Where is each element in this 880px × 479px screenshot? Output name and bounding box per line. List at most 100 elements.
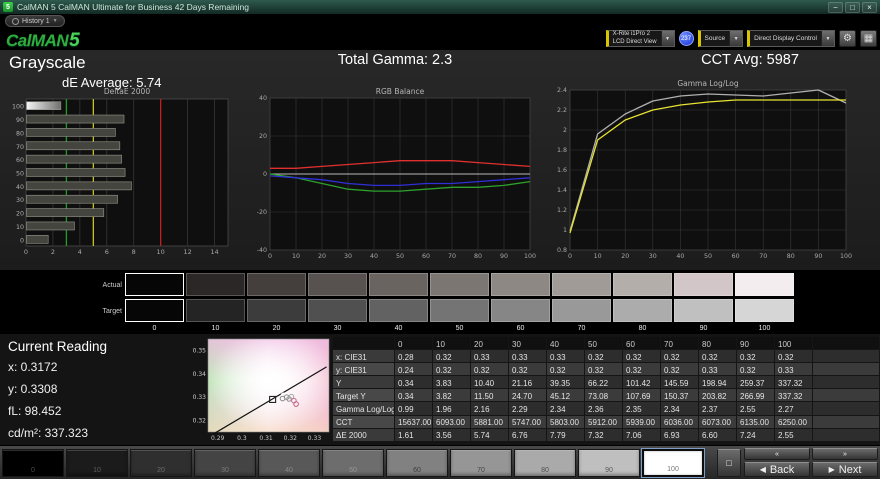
table-cell: 2.37: [699, 402, 737, 416]
grayscale-step-50[interactable]: 50: [322, 448, 384, 477]
target-swatch-100: [735, 299, 794, 322]
meter-dropdown-arrow-icon[interactable]: ▼: [660, 31, 674, 46]
svg-text:10: 10: [292, 253, 300, 260]
table-cell: 66.22: [585, 376, 623, 390]
svg-text:70: 70: [16, 144, 24, 151]
table-cell: 0.34: [395, 389, 433, 403]
actual-swatch-30: [308, 273, 367, 296]
table-cell: 2.36: [585, 402, 623, 416]
history-tab[interactable]: History 1 ▼: [5, 15, 65, 27]
window-controls: − □ ×: [828, 1, 877, 13]
svg-text:0.8: 0.8: [557, 247, 567, 254]
svg-text:0.32: 0.32: [284, 435, 298, 442]
svg-text:50: 50: [396, 253, 404, 260]
meter-mode: LCD Direct View: [612, 38, 657, 45]
target-swatch-50: [430, 299, 489, 322]
back-button[interactable]: ◀ Back: [744, 462, 810, 477]
svg-text:40: 40: [259, 95, 267, 102]
maximize-button[interactable]: □: [845, 1, 860, 13]
table-cell: 5912.00: [585, 415, 623, 429]
svg-text:100: 100: [524, 253, 536, 260]
svg-text:80: 80: [787, 253, 795, 260]
table-cell: 30: [509, 337, 547, 351]
svg-text:1.6: 1.6: [557, 167, 567, 174]
svg-text:0.3: 0.3: [237, 435, 247, 442]
grayscale-step-70[interactable]: 70: [450, 448, 512, 477]
table-row: Target Y 0.34 3.82 11.50 24.70 45.12 73.08 107.…: [333, 389, 880, 403]
grayscale-step-40[interactable]: 40: [258, 448, 320, 477]
close-button[interactable]: ×: [862, 1, 877, 13]
target-row-label: Target: [102, 308, 122, 315]
source-dropdown-arrow-icon[interactable]: ▼: [729, 31, 743, 46]
target-swatch-10: [186, 299, 245, 322]
table-cell: 7.06: [623, 428, 661, 442]
grayscale-step-30[interactable]: 30: [194, 448, 256, 477]
grayscale-step-60[interactable]: 60: [386, 448, 448, 477]
grayscale-step-10[interactable]: 10: [66, 448, 128, 477]
actual-swatch-40: [369, 273, 428, 296]
table-cell: 0.32: [661, 350, 699, 364]
table-cell: 2.55: [775, 428, 813, 442]
table-cell: 10: [433, 337, 471, 351]
svg-text:12: 12: [183, 248, 191, 256]
table-cell: 0.33: [699, 363, 737, 377]
nav-prev-page-button[interactable]: «: [744, 448, 810, 460]
svg-text:0: 0: [268, 253, 272, 260]
svg-text:50: 50: [704, 253, 712, 260]
calman-logo: CalMAN 5: [2, 30, 112, 51]
table-cell: 0.32: [433, 363, 471, 377]
svg-text:100: 100: [12, 104, 24, 111]
table-cell: 6.60: [699, 428, 737, 442]
svg-text:0: 0: [20, 237, 24, 244]
nav-next-page-button[interactable]: »: [812, 448, 878, 460]
grayscale-step-80[interactable]: 80: [514, 448, 576, 477]
actual-swatch-20: [247, 273, 306, 296]
table-cell: 6.93: [661, 428, 699, 442]
actual-row-label: Actual: [102, 282, 122, 289]
display-control-dropdown[interactable]: Direct Display Control ▼: [747, 30, 835, 47]
table-cell: 6093.00: [433, 415, 471, 429]
table-cell: 15637.00: [395, 415, 433, 429]
source-dropdown[interactable]: Source ▼: [697, 30, 744, 47]
bottom-bar: 0 10 20 30 40 50 60 70 80 90 100 □ « » ◀ Back ▶ Ne…: [0, 445, 880, 479]
level-label: 60: [516, 325, 525, 332]
actual-swatch-row: [125, 273, 794, 296]
settings-gear-icon[interactable]: ⚙: [839, 30, 856, 47]
table-cell: 100: [775, 337, 813, 351]
grayscale-step-90[interactable]: 90: [578, 448, 640, 477]
reading-x: x: 0.3172: [8, 360, 58, 374]
grayscale-step-100[interactable]: 100: [642, 448, 704, 477]
table-cell: 0.32: [471, 363, 509, 377]
table-cell: 0.33: [547, 350, 585, 364]
table-cell: 0.34: [395, 376, 433, 390]
minimize-button[interactable]: −: [828, 1, 843, 13]
target-swatch-20: [247, 299, 306, 322]
svg-text:0: 0: [263, 171, 267, 178]
workflow-panel-icon[interactable]: ▦: [860, 30, 877, 47]
svg-text:30: 30: [16, 197, 24, 204]
stop-reading-button[interactable]: □: [717, 448, 741, 477]
actual-swatch-70: [552, 273, 611, 296]
top-controls: X-Rite i1Pro 2 LCD Direct View ▼ 237 Sou…: [605, 30, 877, 47]
table-cell: 2.27: [775, 402, 813, 416]
meter-name: X-Rite i1Pro 2: [612, 31, 650, 38]
page-title: Grayscale: [9, 53, 86, 72]
table-cell: 6135.00: [737, 415, 775, 429]
grayscale-step-0[interactable]: 0: [2, 448, 64, 477]
svg-text:30: 30: [649, 253, 657, 260]
table-cell: 10.40: [471, 376, 509, 390]
table-cell: 45.12: [547, 389, 585, 403]
svg-text:1.4: 1.4: [557, 187, 567, 194]
actual-swatch-100: [735, 273, 794, 296]
svg-text:DeltaE 2000: DeltaE 2000: [104, 87, 150, 96]
svg-text:20: 20: [16, 211, 24, 218]
next-button[interactable]: ▶ Next: [812, 462, 878, 477]
table-cell: 5881.00: [471, 415, 509, 429]
grayscale-step-20[interactable]: 20: [130, 448, 192, 477]
table-row: CCT 15637.00 6093.00 5881.00 5747.00 5803.00 5…: [333, 415, 880, 429]
table-cell: 7.79: [547, 428, 585, 442]
svg-text:4: 4: [78, 248, 82, 256]
meter-dropdown[interactable]: X-Rite i1Pro 2 LCD Direct View ▼: [605, 30, 675, 47]
svg-text:60: 60: [422, 253, 430, 260]
display-control-arrow-icon[interactable]: ▼: [821, 31, 834, 46]
